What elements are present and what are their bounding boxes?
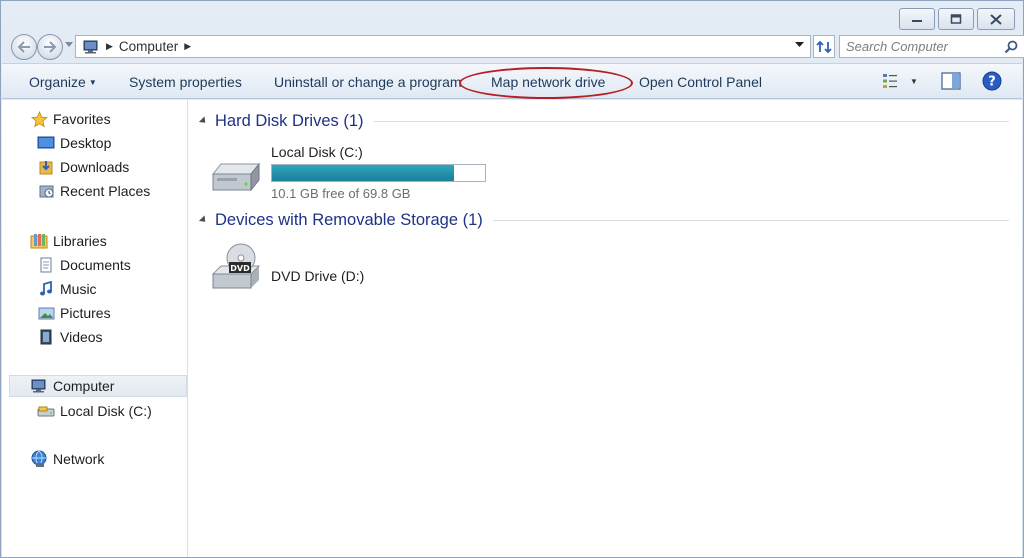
recent-pages-dropdown-icon[interactable] <box>65 42 73 48</box>
sidebar-item-label: Libraries <box>53 233 107 249</box>
address-row: ▶ Computer ▶ <box>9 34 1024 60</box>
computer-icon <box>83 40 98 53</box>
sidebar-item-label: Favorites <box>53 111 111 127</box>
sidebar-item-desktop[interactable]: Desktop <box>37 132 111 154</box>
back-arrow-icon <box>17 41 30 53</box>
organize-label: Organize <box>29 74 86 90</box>
drive-item-dvd[interactable]: DVD DVD Drive (D:) <box>211 243 471 308</box>
command-bar: Organize ▼ System properties Uninstall or… <box>2 63 1022 99</box>
pictures-icon <box>37 304 55 322</box>
chevron-down-icon: ▼ <box>88 78 97 87</box>
forward-button[interactable] <box>37 34 63 60</box>
sidebar-item-music[interactable]: Music <box>37 278 97 300</box>
sidebar-item-local-disk[interactable]: Local Disk (C:) <box>37 400 152 422</box>
breadcrumb-separator-icon[interactable]: ▶ <box>184 41 191 52</box>
sidebar-item-label: Network <box>53 451 105 467</box>
system-properties-button[interactable]: System properties <box>129 74 242 90</box>
hard-drive-icon <box>211 162 261 192</box>
sidebar-item-label: Videos <box>60 329 103 345</box>
videos-icon <box>37 328 55 346</box>
sidebar-item-label: Computer <box>53 378 115 394</box>
sidebar-item-recent-places[interactable]: Recent Places <box>37 180 150 202</box>
music-icon <box>37 280 55 298</box>
drive-free-space: 10.1 GB free of 69.8 GB <box>271 186 411 201</box>
search-input[interactable] <box>846 39 996 54</box>
group-header-removable-storage[interactable]: Devices with Removable Storage (1) <box>198 209 1009 231</box>
help-icon[interactable]: ? <box>982 71 1002 91</box>
maximize-icon <box>950 14 962 24</box>
group-divider <box>373 120 1009 122</box>
network-icon <box>30 450 48 468</box>
sidebar-item-favorites[interactable]: Favorites <box>30 108 111 130</box>
documents-icon <box>37 256 55 274</box>
caption-buttons <box>899 8 1015 30</box>
sidebar-item-label: Documents <box>60 257 131 273</box>
sidebar-item-label: Recent Places <box>60 183 151 199</box>
breadcrumb-computer[interactable]: Computer <box>119 39 178 54</box>
sidebar-item-computer[interactable]: Computer <box>9 375 187 397</box>
sidebar-item-label: Desktop <box>60 135 112 151</box>
dvd-logo-text: DVD <box>230 264 250 273</box>
organize-menu[interactable]: Organize ▼ <box>29 74 97 90</box>
breadcrumb-separator-icon[interactable]: ▶ <box>106 41 113 52</box>
uninstall-program-button[interactable]: Uninstall or change a program <box>274 74 462 90</box>
libraries-icon <box>30 232 48 250</box>
search-icon[interactable] <box>1004 40 1018 54</box>
explorer-window: ▶ Computer ▶ Organize▼ System properties… <box>0 0 1024 558</box>
collapse-triangle-icon[interactable] <box>198 215 209 225</box>
sidebar-item-videos[interactable]: Videos <box>37 326 103 348</box>
capacity-bar-fill <box>272 165 455 181</box>
minimize-icon <box>912 20 922 22</box>
group-header-hard-disk-drives[interactable]: Hard Disk Drives (1) <box>198 110 1009 132</box>
sidebar-item-network[interactable]: Network <box>30 448 104 470</box>
address-bar[interactable]: ▶ Computer ▶ <box>75 35 811 58</box>
view-options-dropdown-icon[interactable]: ▼ <box>910 77 918 86</box>
close-button[interactable] <box>977 8 1015 30</box>
sidebar-item-label: Pictures <box>60 305 111 321</box>
drive-item-local-disk[interactable]: Local Disk (C:) 10.1 GB free of 69.8 GB <box>211 144 511 204</box>
refresh-button[interactable] <box>813 35 835 58</box>
close-icon <box>990 13 1002 25</box>
preview-pane-icon[interactable] <box>941 72 961 90</box>
group-title: Devices with Removable Storage (1) <box>215 210 483 229</box>
drive-name: Local Disk (C:) <box>271 144 363 160</box>
group-title: Hard Disk Drives (1) <box>215 111 364 130</box>
change-view-icon[interactable] <box>882 72 904 90</box>
drive-name: DVD Drive (D:) <box>271 268 365 284</box>
local-disk-icon <box>37 402 55 420</box>
refresh-icon <box>816 40 832 53</box>
map-network-drive-button[interactable]: Map network drive <box>491 74 605 90</box>
computer-icon <box>30 377 48 395</box>
capacity-bar <box>271 164 486 182</box>
sidebar-item-label: Downloads <box>60 159 130 175</box>
minimize-button[interactable] <box>899 8 935 30</box>
navigation-pane: Favorites Desktop Downloads Recent Place… <box>2 100 188 557</box>
downloads-icon <box>37 158 55 176</box>
address-history-dropdown-icon[interactable] <box>795 42 804 48</box>
collapse-triangle-icon[interactable] <box>198 116 209 126</box>
maximize-button[interactable] <box>938 8 974 30</box>
sidebar-item-pictures[interactable]: Pictures <box>37 302 111 324</box>
star-icon <box>30 110 48 128</box>
sidebar-item-libraries[interactable]: Libraries <box>30 230 107 252</box>
open-control-panel-button[interactable]: Open Control Panel <box>639 74 762 90</box>
recent-places-icon <box>37 182 55 200</box>
back-button[interactable] <box>11 34 37 60</box>
svg-text:?: ? <box>988 75 996 90</box>
dvd-drive-icon: DVD <box>211 243 261 289</box>
search-box <box>839 35 1024 58</box>
desktop-icon <box>37 134 55 152</box>
forward-arrow-icon <box>44 41 57 53</box>
sidebar-item-downloads[interactable]: Downloads <box>37 156 129 178</box>
sidebar-item-label: Local Disk (C:) <box>60 403 152 419</box>
file-list: Hard Disk Drives (1) Local Disk (C:) 10.… <box>189 100 1022 557</box>
content-area: Favorites Desktop Downloads Recent Place… <box>2 100 1022 557</box>
sidebar-item-documents[interactable]: Documents <box>37 254 131 276</box>
sidebar-item-label: Music <box>60 281 97 297</box>
group-divider <box>492 219 1009 221</box>
